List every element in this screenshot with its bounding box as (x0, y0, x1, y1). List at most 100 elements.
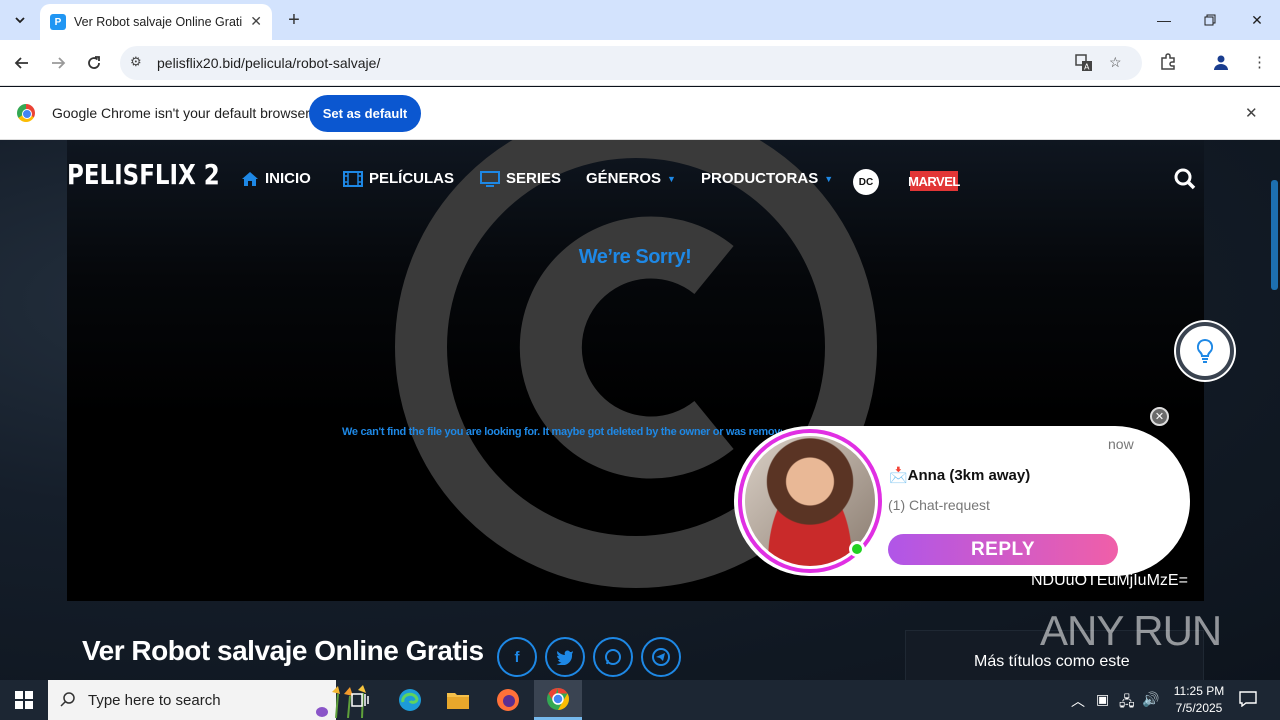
telegram-icon (652, 648, 670, 666)
reload-icon (88, 56, 100, 69)
back-arrow-icon (14, 57, 28, 69)
reply-button[interactable]: REPLY (888, 534, 1118, 565)
address-bar[interactable]: ⚙ pelisflix20.bid/pelicula/robot-salvaje… (120, 46, 1142, 80)
nav-series[interactable]: SERIES (480, 170, 561, 187)
chevron-down-icon (15, 17, 25, 24)
nav-generos[interactable]: GÉNEROS ▼ (586, 170, 676, 187)
taskbar-clock[interactable]: 11:25 PM 7/5/2025 (1164, 683, 1234, 717)
nav-peliculas-label: PELÍCULAS (369, 170, 455, 187)
reload-button[interactable] (82, 51, 106, 75)
caret-down-icon: ▼ (667, 173, 676, 184)
chat-time: now (1108, 436, 1134, 452)
default-browser-infobar: Google Chrome isn't your default browser… (0, 87, 1280, 140)
firefox-app-button[interactable] (484, 680, 532, 720)
chrome-app-button[interactable] (534, 680, 582, 720)
taskbar-search-placeholder: Type here to search (88, 692, 221, 709)
nav-productoras[interactable]: PRODUCTORAS ▼ (701, 170, 833, 187)
back-button[interactable] (10, 51, 34, 75)
windows-taskbar: Type here to search ︿ ▣ 🖧 🔊 11:25 PM 7/5… (0, 680, 1280, 720)
related-titles-heading: Más títulos como este (974, 653, 1130, 670)
browser-toolbar: ⚙ pelisflix20.bid/pelicula/robot-salvaje… (0, 40, 1280, 86)
share-whatsapp-button[interactable] (593, 637, 633, 677)
nav-productoras-label: PRODUCTORAS (701, 170, 819, 187)
marvel-logo[interactable]: MARVEL (908, 171, 960, 191)
folder-icon (447, 693, 469, 709)
caret-down-icon: ▼ (824, 173, 834, 184)
url-text[interactable]: pelisflix20.bid/pelicula/robot-salvaje/ (157, 55, 380, 71)
dc-logo[interactable]: DC (853, 169, 879, 195)
chat-subtitle: (1) Chat-request (888, 497, 990, 513)
task-view-button[interactable] (336, 680, 384, 720)
search-icon (60, 692, 75, 707)
volume-icon[interactable]: 🔊 (1142, 691, 1159, 708)
edge-app-button[interactable] (386, 680, 434, 720)
page-content: PELISFLIX 2 INICIO PELÍCULAS SERIES GÉNE… (0, 140, 1280, 680)
firefox-icon (497, 689, 519, 711)
clock-date: 7/5/2025 (1175, 701, 1223, 715)
tab-search-button[interactable] (8, 8, 32, 32)
lights-toggle-button[interactable] (1176, 322, 1234, 380)
browser-tab[interactable]: P Ver Robot salvaje Online Gratis ✕ (40, 4, 272, 40)
tv-icon (480, 170, 500, 187)
clock-time: 11:25 PM (1173, 684, 1225, 698)
close-window-button[interactable]: ✕ (1234, 0, 1280, 40)
share-twitter-button[interactable] (545, 637, 585, 677)
player-overlay-code: NDUuOTEuMjIuMzE= (1031, 572, 1188, 589)
taskbar-search-box[interactable]: Type here to search (48, 680, 366, 720)
tray-overflow-icon[interactable]: ︿ (1071, 691, 1085, 711)
set-as-default-button[interactable]: Set as default (309, 95, 421, 132)
error-title: We’re Sorry! (578, 246, 692, 268)
tab-close-icon[interactable]: ✕ (250, 13, 262, 30)
svg-text:A: A (1084, 63, 1090, 72)
file-explorer-button[interactable] (434, 680, 482, 720)
chat-popup-ad[interactable]: now 📩Anna (3km away) (1) Chat-request RE… (734, 426, 1190, 576)
page-scrollbar[interactable] (1271, 180, 1278, 290)
windows-logo-icon (15, 691, 33, 709)
restore-button[interactable] (1187, 0, 1233, 40)
chrome-logo-icon (17, 104, 35, 122)
twitter-icon (556, 650, 573, 665)
tray-device-icon[interactable]: ▣ (1096, 691, 1109, 708)
chat-sender-name: 📩Anna (3km away) (889, 467, 1031, 484)
nav-inicio[interactable]: INICIO (241, 170, 311, 187)
start-button[interactable] (0, 680, 48, 720)
task-view-icon (351, 693, 369, 707)
chrome-icon (547, 687, 569, 710)
site-search-button[interactable] (1173, 167, 1199, 193)
home-icon (242, 171, 258, 186)
profile-avatar-icon[interactable] (1212, 53, 1230, 75)
whatsapp-icon (605, 649, 621, 665)
new-tab-button[interactable]: + (282, 8, 306, 32)
nav-series-label: SERIES (506, 170, 562, 187)
site-info-icon[interactable]: ⚙ (130, 54, 142, 70)
menu-kebab-icon[interactable]: ⋮ (1252, 53, 1267, 71)
infobar-message: Google Chrome isn't your default browser (52, 105, 310, 121)
nav-peliculas[interactable]: PELÍCULAS (343, 170, 454, 187)
tab-title: Ver Robot salvaje Online Gratis (74, 15, 242, 29)
nav-generos-label: GÉNEROS (586, 170, 662, 187)
forward-arrow-icon (52, 57, 66, 69)
site-logo[interactable]: PELISFLIX 2 (67, 158, 220, 191)
anyrun-watermark: ANY RUN (1040, 607, 1222, 654)
chat-popup-close-button[interactable]: ✕ (1150, 407, 1169, 426)
forward-button[interactable] (46, 51, 70, 75)
share-facebook-button[interactable]: f (497, 637, 537, 677)
search-icon (1174, 168, 1196, 190)
minimize-button[interactable]: — (1141, 0, 1187, 40)
facebook-icon: f (514, 648, 520, 666)
notifications-icon[interactable] (1239, 691, 1257, 710)
tab-strip: P Ver Robot salvaje Online Gratis ✕ + — … (0, 0, 1280, 40)
lightbulb-icon (1196, 338, 1214, 363)
network-icon[interactable]: 🖧 (1119, 691, 1135, 715)
online-status-icon (849, 541, 865, 557)
bookmark-star-icon[interactable]: ☆ (1109, 54, 1122, 71)
infobar-close-icon[interactable]: ✕ (1245, 104, 1258, 122)
translate-icon[interactable]: A (1075, 54, 1093, 75)
site-favicon-icon: P (50, 14, 66, 30)
restore-icon (1204, 14, 1216, 26)
share-telegram-button[interactable] (641, 637, 681, 677)
film-icon (343, 170, 363, 187)
error-message: We can't find the file you are looking f… (342, 426, 782, 438)
extensions-icon[interactable] (1159, 53, 1177, 75)
edge-icon (399, 689, 421, 711)
